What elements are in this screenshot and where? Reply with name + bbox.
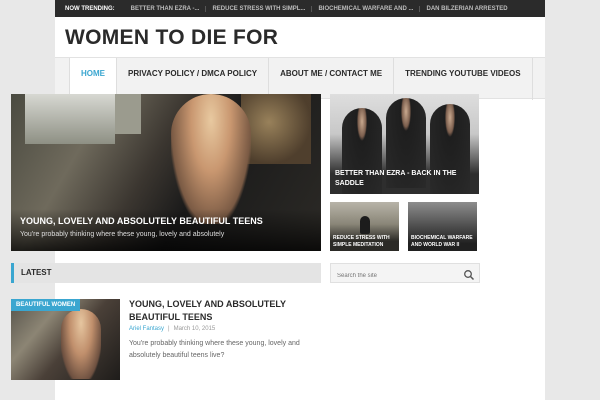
meta-separator: | [168, 326, 170, 332]
post-author[interactable]: Ariel Fantasy [129, 326, 164, 332]
featured-small-title[interactable]: Biochemical Warfare and World War II [411, 235, 477, 248]
main-nav: Home Privacy Policy / DMCA Policy About … [55, 57, 545, 101]
post-title[interactable]: Young, Lovely and Absolutely Beautiful T… [129, 298, 319, 323]
featured-excerpt: You're probably thinking where these you… [20, 231, 225, 238]
post-meta: Ariel Fantasy | March 10, 2015 [129, 326, 215, 332]
trending-link[interactable]: Dan Bilzerian Arrested [419, 5, 513, 12]
post-thumbnail[interactable]: Beautiful Women [11, 299, 120, 380]
featured-image-figure [171, 94, 251, 224]
search-input[interactable] [331, 267, 459, 285]
category-badge[interactable]: Beautiful Women [11, 299, 81, 311]
featured-image-window [115, 94, 141, 134]
featured-small-title[interactable]: Reduce Stress with Simple Meditation [333, 235, 399, 248]
search-box [330, 263, 480, 285]
post-date: March 10, 2015 [173, 326, 216, 332]
featured-side-title[interactable]: Better than Ezra - Back in the Saddle [335, 169, 475, 188]
latest-heading: Latest [11, 263, 321, 283]
trending-link[interactable]: Better than Ezra -... [125, 6, 206, 12]
featured-side-post[interactable]: Better than Ezra - Back in the Saddle [330, 94, 479, 194]
featured-image-window [25, 94, 115, 144]
featured-title[interactable]: Young, Lovely and Absolutely Beautiful T… [20, 216, 312, 226]
trending-link[interactable]: Reduce Stress with Simpl... [205, 5, 311, 12]
featured-caption: Young, Lovely and Absolutely Beautiful T… [11, 209, 321, 251]
featured-image-lamp [241, 94, 311, 164]
search-icon[interactable] [463, 268, 475, 281]
featured-small-post[interactable]: Biochemical Warfare and World War II [408, 202, 477, 251]
featured-main-post[interactable]: Young, Lovely and Absolutely Beautiful T… [11, 94, 321, 251]
featured-small-post[interactable]: Reduce Stress with Simple Meditation [330, 202, 399, 251]
trending-label: Now Trending: [65, 5, 115, 12]
meditation-silhouette-image [360, 216, 370, 234]
site-title[interactable]: WOMEN TO DIE FOR [65, 26, 278, 50]
trending-link[interactable]: Biochemical Warfare and ... [311, 5, 419, 12]
post-thumbnail-figure [61, 309, 101, 379]
trending-bar: Now Trending: Better than Ezra -... Redu… [55, 0, 545, 17]
post-excerpt: You're probably thinking where these you… [129, 340, 300, 359]
